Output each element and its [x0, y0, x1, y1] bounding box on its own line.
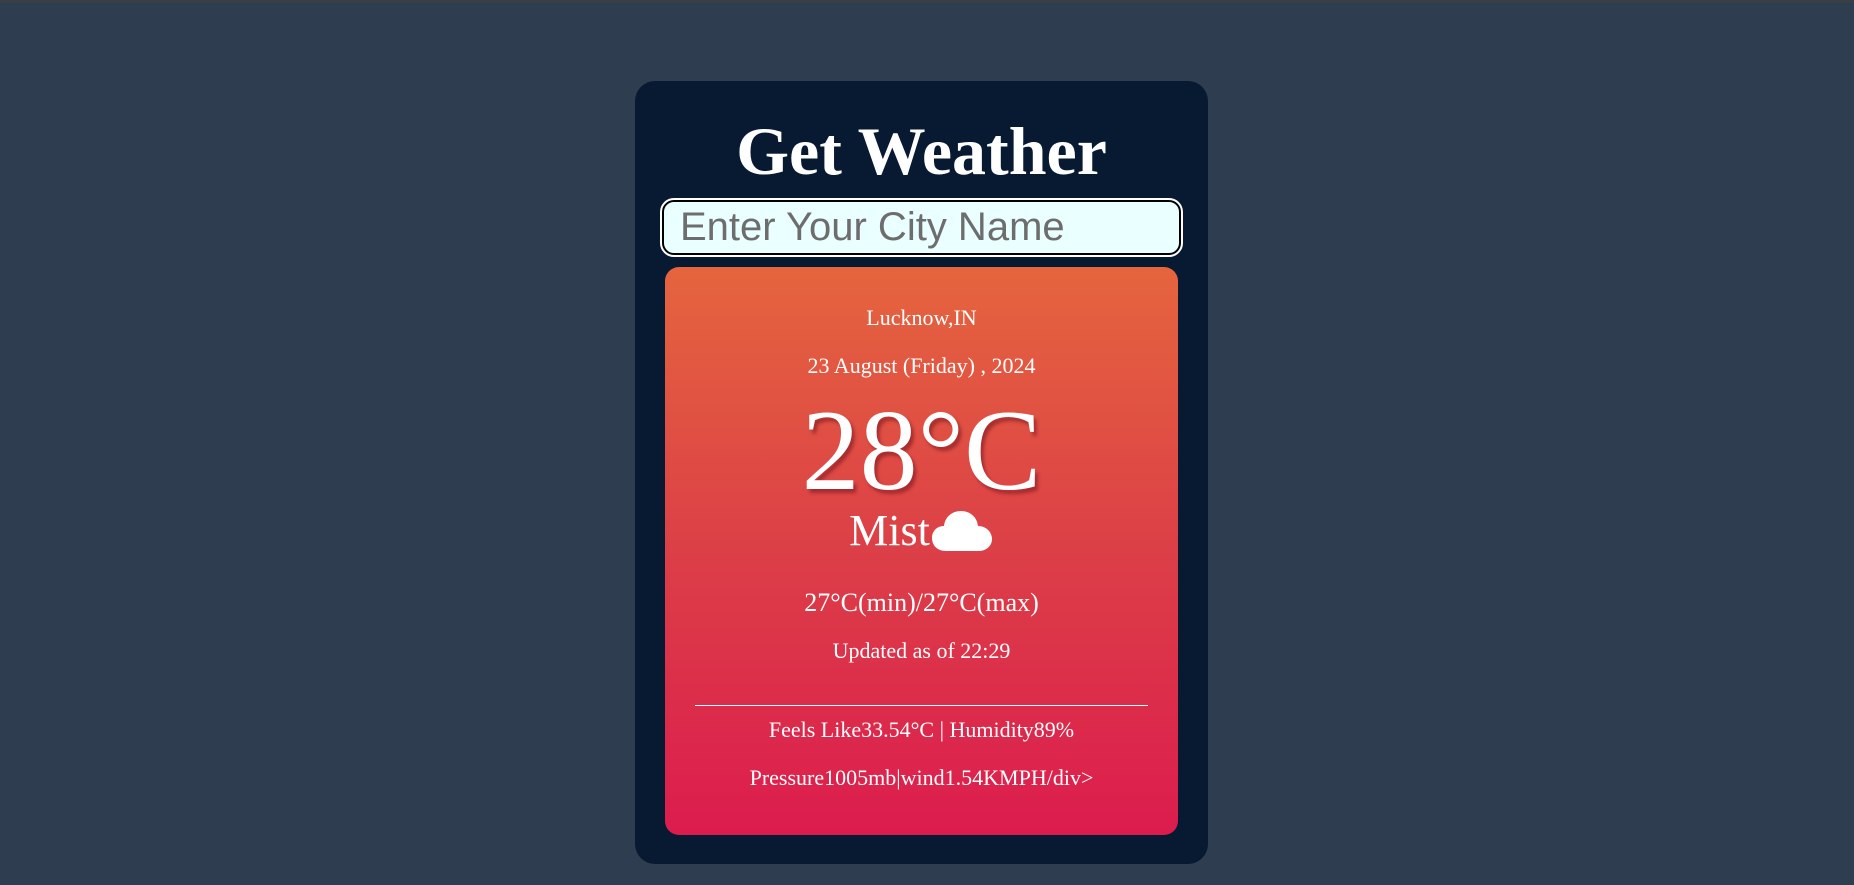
city-search-input[interactable]	[660, 198, 1183, 257]
app-title: Get Weather	[736, 113, 1107, 189]
min-max-temperature: 27°C(min)/27°C(max)	[804, 588, 1039, 617]
weather-app-card: Get Weather Lucknow,IN 23 August (Friday…	[635, 81, 1208, 864]
pressure-wind: Pressure1005mb|wind1.54KMPH/div>	[749, 765, 1094, 790]
feels-like-humidity: Feels Like33.54°C | Humidity89%	[768, 717, 1075, 742]
updated-time: Updated as of 22:29	[832, 638, 1011, 663]
location-label: Lucknow,IN	[866, 305, 977, 330]
date-label: 23 August (Friday) , 2024	[807, 353, 1036, 378]
weather-info-panel: Lucknow,IN 23 August (Friday) , 2024 28°…	[665, 267, 1178, 835]
cloud-icon	[930, 507, 994, 555]
weather-condition: Mist	[665, 505, 1178, 557]
condition-label: Mist	[849, 506, 930, 555]
divider	[695, 705, 1148, 706]
current-temperature: 28°C	[801, 387, 1042, 515]
